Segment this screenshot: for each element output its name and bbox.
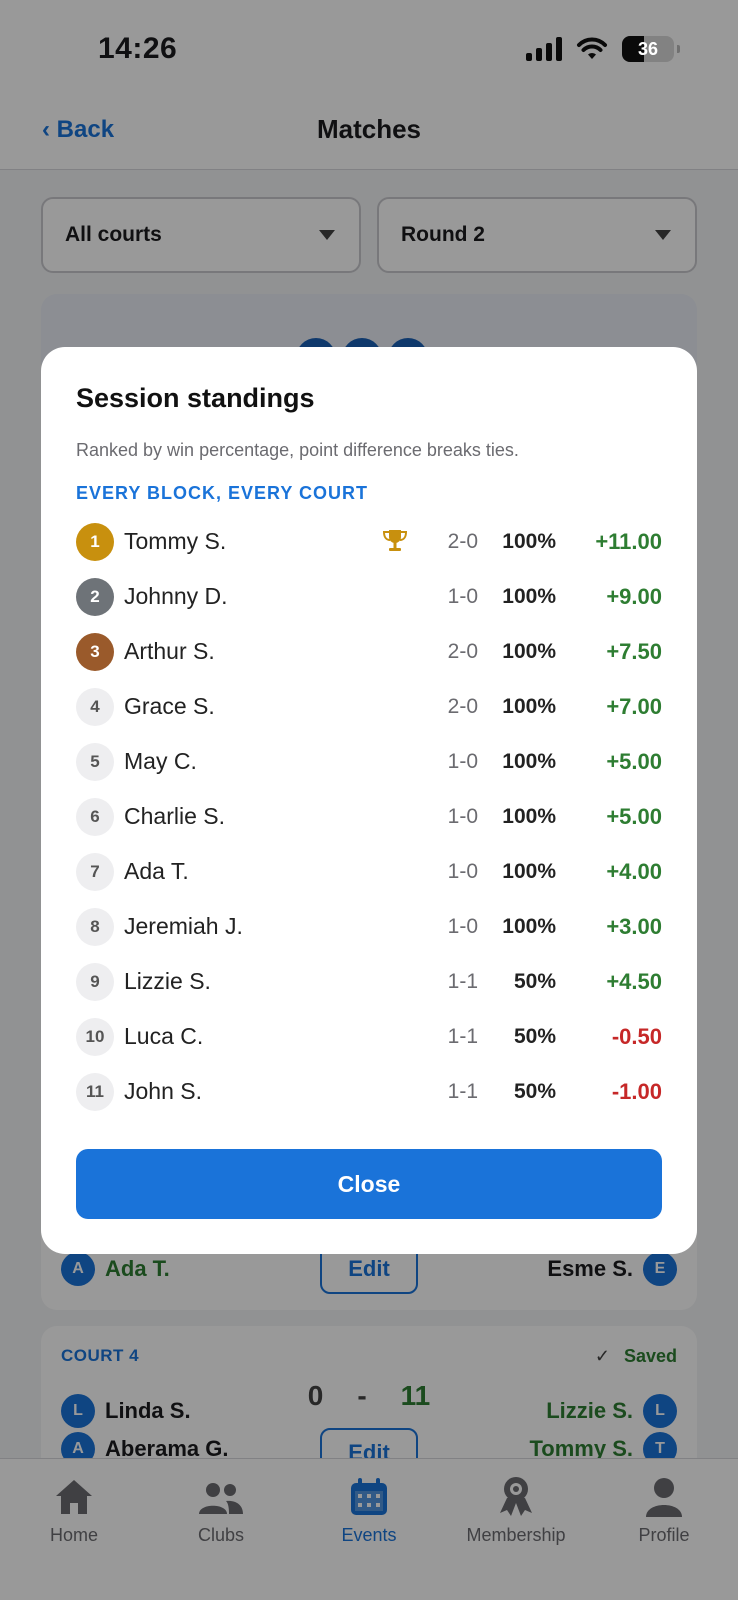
standings-row: 10 Luca C. 1-1 50% -0.50 (76, 1009, 662, 1064)
player-name: Tommy S. (124, 528, 227, 554)
player-name: Arthur S. (124, 638, 215, 664)
point-difference: +9.00 (606, 583, 662, 609)
win-percentage: 100% (502, 529, 556, 553)
player-name: Charlie S. (124, 803, 225, 829)
win-percentage: 100% (502, 914, 556, 938)
point-difference: +4.50 (606, 968, 662, 994)
win-percentage: 100% (502, 804, 556, 828)
point-difference: +4.00 (606, 858, 662, 884)
standings-row: 11 John S. 1-1 50% -1.00 (76, 1064, 662, 1119)
rank-badge: 11 (76, 1072, 114, 1111)
standings-row: 9 Lizzie S. 1-1 50% +4.50 (76, 954, 662, 1009)
record: 1-1 (447, 1079, 478, 1103)
player-name: Lizzie S. (124, 968, 211, 994)
rank-badge: 4 (76, 687, 114, 726)
player-name: Ada T. (124, 858, 189, 884)
point-difference: +5.00 (606, 748, 662, 774)
point-difference: -1.00 (611, 1078, 662, 1104)
win-percentage: 100% (502, 584, 556, 608)
point-difference: +11.00 (595, 528, 662, 554)
win-percentage: 50% (513, 969, 556, 993)
rank-badge: 8 (76, 907, 114, 946)
player-name: May C. (124, 748, 197, 774)
record: 1-0 (447, 749, 478, 773)
record: 1-0 (447, 584, 478, 608)
standings-row: 7 Ada T. 1-0 100% +4.00 (76, 844, 662, 899)
player-name: John S. (124, 1078, 202, 1104)
win-percentage: 100% (502, 639, 556, 663)
modal-title: Session standings (76, 383, 315, 413)
record: 1-0 (447, 914, 478, 938)
rank-badge: 6 (76, 797, 114, 836)
standings-row: 6 Charlie S. 1-0 100% +5.00 (76, 789, 662, 844)
rank-badge: 9 (76, 962, 114, 1001)
standings-row: 1 Tommy S. 2-0 100% +11.00 (76, 514, 662, 569)
rank-badge: 5 (76, 742, 114, 781)
standings-modal: Session standings Ranked by win percenta… (41, 347, 697, 1254)
rank-badge: 10 (76, 1017, 114, 1056)
rank-badge: 7 (76, 852, 114, 891)
point-difference: +5.00 (606, 803, 662, 829)
record: 1-1 (447, 1024, 478, 1048)
player-name: Luca C. (124, 1023, 204, 1049)
win-percentage: 50% (513, 1079, 556, 1103)
standings-row: 3 Arthur S. 2-0 100% +7.50 (76, 624, 662, 679)
record: 1-1 (447, 969, 478, 993)
player-name: Jeremiah J. (124, 913, 243, 939)
win-percentage: 100% (502, 749, 556, 773)
record: 2-0 (447, 639, 478, 663)
record: 2-0 (447, 694, 478, 718)
record: 1-0 (447, 804, 478, 828)
trophy-icon (382, 530, 408, 551)
close-button[interactable]: Close (76, 1149, 662, 1219)
player-name: Johnny D. (124, 583, 228, 609)
win-percentage: 100% (502, 859, 556, 883)
rank-badge: 1 (76, 522, 114, 561)
standings-row: 4 Grace S. 2-0 100% +7.00 (76, 679, 662, 734)
point-difference: -0.50 (611, 1023, 662, 1049)
battery-level: 36 (637, 38, 659, 59)
standings-row: 2 Johnny D. 1-0 100% +9.00 (76, 569, 662, 624)
rank-badge: 2 (76, 577, 114, 616)
record: 1-0 (447, 859, 478, 883)
standings-list: 1 Tommy S. 2-0 100% +11.00 2 Johnny D. 1… (76, 514, 662, 1119)
standings-row: 8 Jeremiah J. 1-0 100% +3.00 (76, 899, 662, 954)
standings-row: 5 May C. 1-0 100% +5.00 (76, 734, 662, 789)
record: 2-0 (447, 529, 478, 553)
rank-badge: 3 (76, 632, 114, 671)
modal-subtitle: Ranked by win percentage, point differen… (76, 440, 519, 460)
section-label: EVERY BLOCK, EVERY COURT (76, 483, 369, 503)
win-percentage: 100% (502, 694, 556, 718)
point-difference: +7.50 (606, 638, 662, 664)
point-difference: +7.00 (606, 693, 662, 719)
win-percentage: 50% (513, 1024, 556, 1048)
player-name: Grace S. (124, 693, 215, 719)
point-difference: +3.00 (606, 913, 662, 939)
